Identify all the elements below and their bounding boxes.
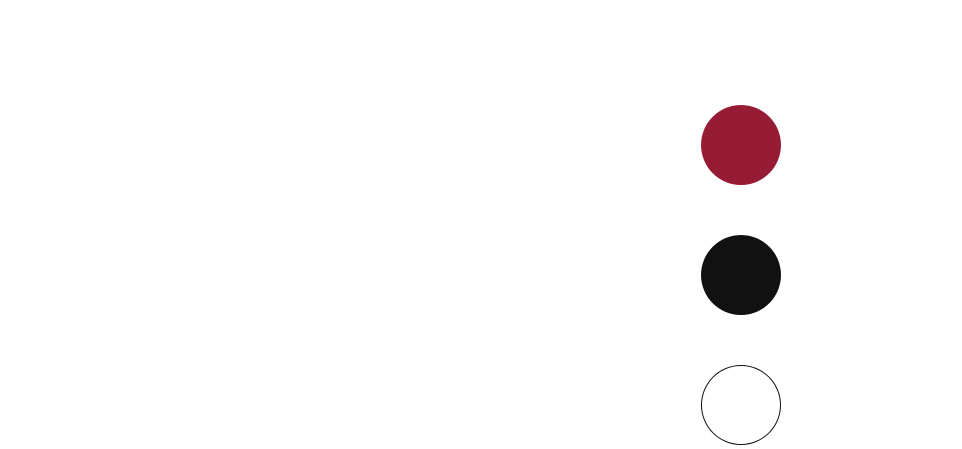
color-swatch-black[interactable] [701, 235, 781, 315]
color-swatch-white[interactable] [701, 365, 781, 445]
page: { "color_swatches": { "items": [ { "name… [0, 0, 962, 449]
color-swatch-crimson[interactable] [701, 105, 781, 185]
color-swatch-group [701, 105, 783, 449]
